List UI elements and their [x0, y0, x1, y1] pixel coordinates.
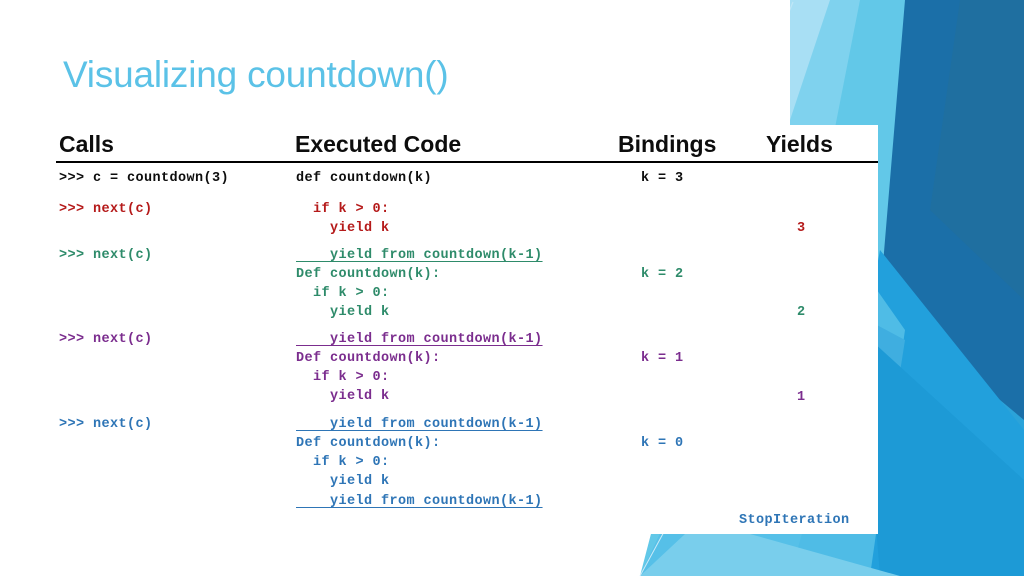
call-line-4: >>> next(c) — [59, 417, 153, 432]
column-header-executed-code: Executed Code — [295, 131, 462, 157]
slide-content: Visualizing countdown() Calls Executed C… — [0, 0, 1024, 576]
slide: Visualizing countdown() Calls Executed C… — [0, 0, 1024, 576]
yield-value-2: 1 — [797, 390, 806, 405]
binding-line-1: k = 2 — [641, 267, 684, 282]
yield-value-0: 3 — [797, 221, 806, 236]
code-line-3: yield from countdown(k-1) — [296, 248, 543, 263]
code-line-15: yield from countdown(k-1) — [296, 494, 543, 509]
code-line-1: if k > 0: — [296, 202, 390, 217]
code-line-6: yield k — [296, 305, 390, 320]
column-header-calls: Calls — [59, 131, 114, 157]
code-line-7: yield from countdown(k-1) — [296, 332, 543, 347]
code-line-14: yield k — [296, 474, 390, 489]
call-line-1: >>> next(c) — [59, 202, 153, 217]
page-title: Visualizing countdown() — [63, 54, 449, 95]
code-line-12: Def countdown(k): — [296, 436, 441, 451]
column-header-bindings: Bindings — [618, 131, 717, 157]
code-line-8: Def countdown(k): — [296, 351, 441, 366]
code-line-5: if k > 0: — [296, 286, 390, 301]
code-line-2: yield k — [296, 221, 390, 236]
binding-line-3: k = 0 — [641, 436, 684, 451]
code-line-9: if k > 0: — [296, 370, 390, 385]
code-line-11: yield from countdown(k-1) — [296, 417, 543, 432]
binding-line-0: k = 3 — [641, 171, 684, 186]
binding-line-2: k = 1 — [641, 351, 684, 366]
stop-iteration-label: StopIteration — [739, 513, 850, 528]
code-line-10: yield k — [296, 389, 390, 404]
column-header-yields: Yields — [766, 131, 833, 157]
yield-value-1: 2 — [797, 305, 806, 320]
call-line-2: >>> next(c) — [59, 248, 153, 263]
call-line-0: >>> c = countdown(3) — [59, 171, 230, 186]
code-line-4: Def countdown(k): — [296, 267, 441, 282]
header-divider — [56, 161, 878, 163]
code-line-13: if k > 0: — [296, 455, 390, 470]
call-line-3: >>> next(c) — [59, 332, 153, 347]
code-line-0: def countdown(k) — [296, 171, 433, 186]
